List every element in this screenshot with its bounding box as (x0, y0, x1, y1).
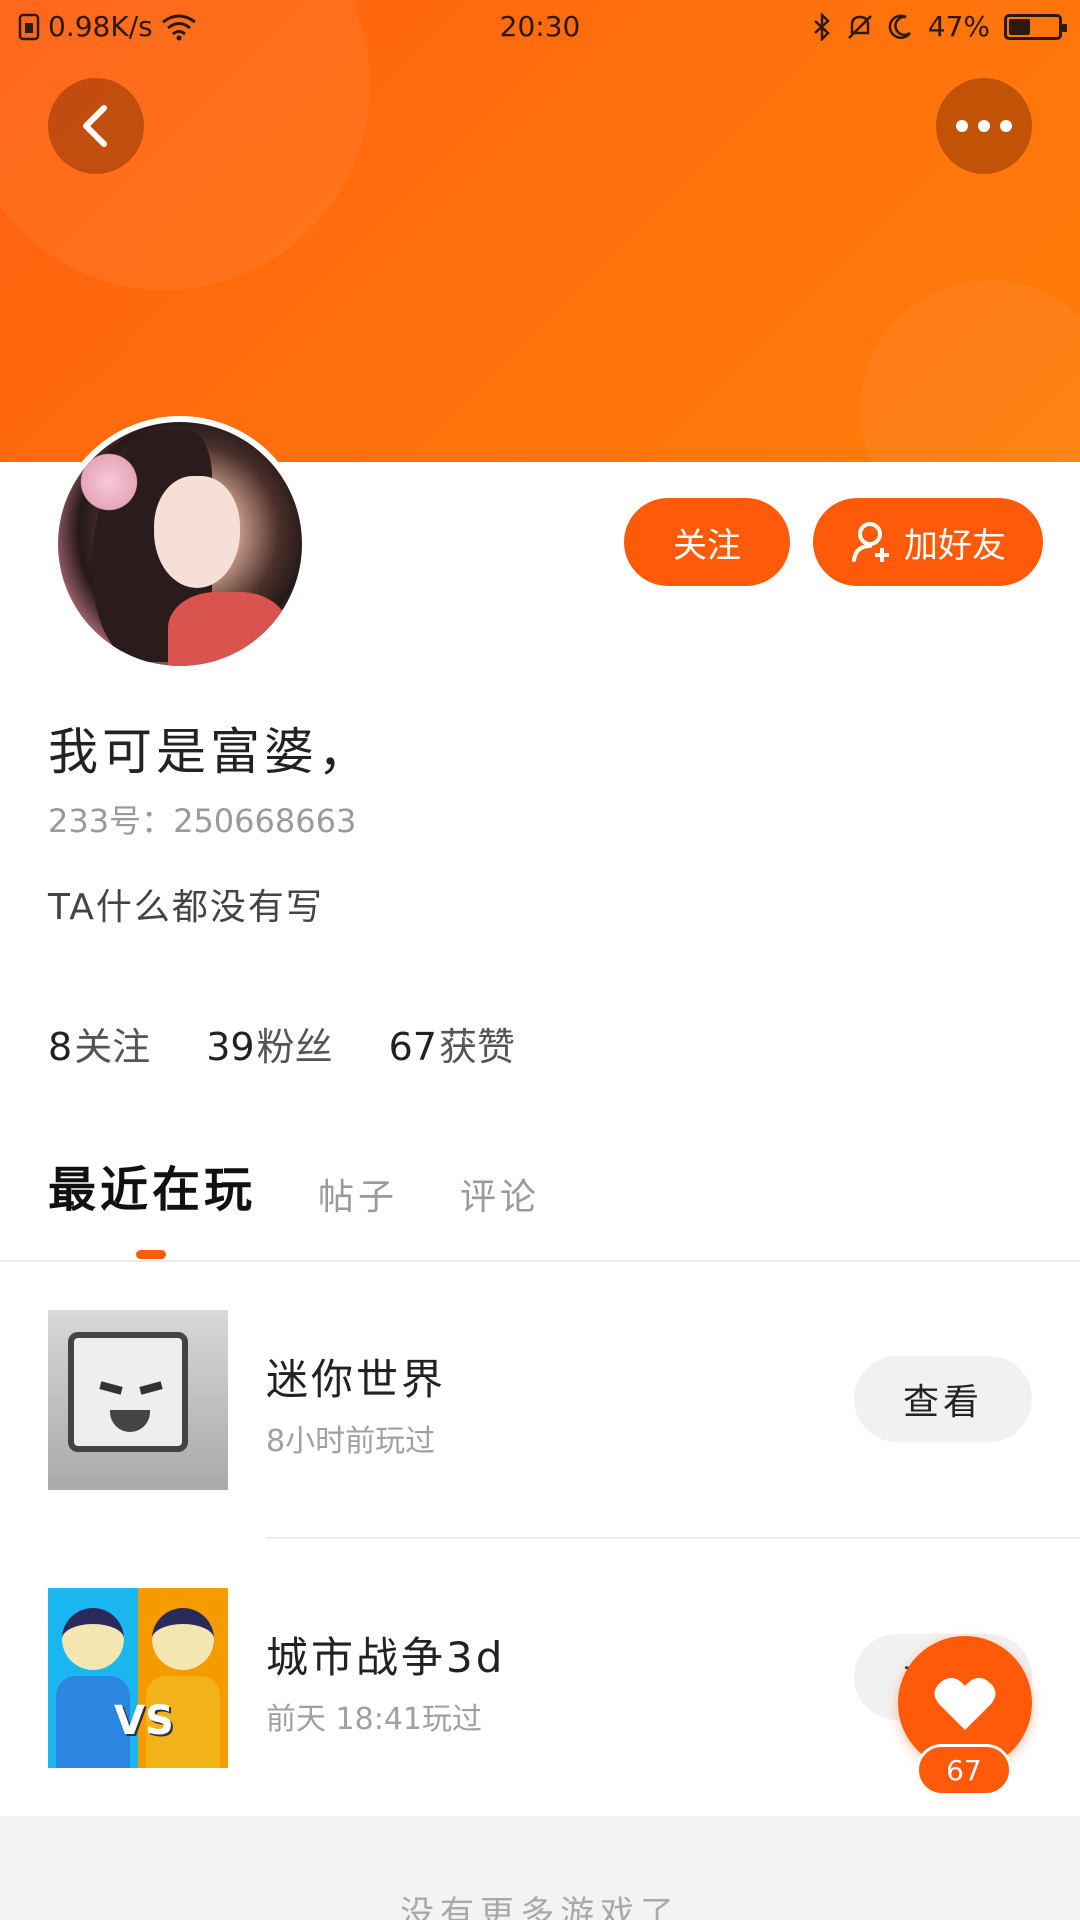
add-friend-button[interactable]: 加好友 (813, 498, 1043, 586)
stat-following-count: 8 (48, 1025, 73, 1069)
game-icon-shape (62, 1608, 124, 1670)
banner-decoration (860, 280, 1080, 462)
game-list-item[interactable]: 迷你世界 8小时前玩过 查看 (0, 1310, 1080, 1500)
avatar-face (154, 476, 240, 588)
list-divider (266, 1537, 1080, 1539)
add-friend-button-label: 加好友 (904, 525, 1006, 566)
battery-percent: 47% (927, 10, 990, 43)
status-bar: 0.98K/s 20:30 47% (0, 0, 1080, 52)
more-options-button[interactable] (936, 78, 1032, 174)
username: 我可是富婆， (48, 723, 372, 781)
moon-icon (888, 13, 914, 41)
stat-likes[interactable]: 67 获赞 (389, 1016, 515, 1071)
game-icon-shape (152, 1608, 214, 1670)
follow-button-label: 关注 (673, 525, 741, 566)
game-icon-mini-world (48, 1310, 228, 1490)
view-game-button[interactable]: 查看 (854, 1356, 1032, 1442)
heart-icon (934, 1677, 996, 1730)
tab-comments[interactable]: 评论 (460, 1168, 540, 1220)
game-icon-vs-text: VS (114, 1698, 174, 1744)
battery-icon (1004, 13, 1067, 40)
profile-stats: 8 关注 39 粉丝 67 获赞 (48, 1016, 515, 1071)
tab-recent-playing[interactable]: 最近在玩 (48, 1150, 256, 1220)
like-count-badge: 67 (916, 1744, 1012, 1796)
more-dots-icon (956, 120, 1012, 132)
profile-header-banner: 0.98K/s 20:30 47% (0, 0, 1080, 462)
follow-button[interactable]: 关注 (624, 498, 790, 586)
battery-level (1009, 18, 1030, 35)
bluetooth-icon (812, 12, 832, 41)
stat-fans[interactable]: 39 粉丝 (206, 1016, 332, 1071)
tab-divider (0, 1260, 1080, 1262)
avatar-robe (168, 592, 288, 666)
status-right: 47% (812, 10, 1067, 43)
stat-fans-count: 39 (206, 1025, 255, 1069)
user-id: 233号：250668663 (48, 802, 357, 840)
stat-fans-label: 粉丝 (256, 1025, 333, 1069)
avatar-flower (74, 452, 144, 512)
profile-screen: 0.98K/s 20:30 47% 关注 加好友 我可是富婆， 233号：250… (0, 0, 1080, 1920)
game-name: 城市战争3d (266, 1633, 506, 1682)
game-name: 迷你世界 (266, 1355, 447, 1404)
mute-bell-icon (846, 13, 874, 41)
list-footer: 没有更多游戏了 (0, 1816, 1080, 1920)
active-tab-indicator (136, 1250, 166, 1259)
avatar-image (58, 422, 302, 666)
view-game-button-label: 查看 (902, 1382, 983, 1423)
chevron-left-icon (83, 105, 107, 147)
profile-tabs: 最近在玩 帖子 评论 (48, 1150, 540, 1220)
user-bio: TA什么都没有写 (48, 887, 324, 928)
add-user-icon (852, 522, 889, 562)
no-more-games-text: 没有更多游戏了 (400, 1894, 680, 1920)
stat-likes-label: 获赞 (438, 1025, 515, 1069)
back-button[interactable] (48, 78, 144, 174)
game-last-played: 8小时前玩过 (266, 1424, 436, 1459)
game-icon-shape (68, 1332, 188, 1452)
stat-likes-count: 67 (388, 1025, 437, 1069)
tab-posts[interactable]: 帖子 (318, 1168, 398, 1220)
avatar[interactable] (52, 416, 308, 672)
game-last-played: 前天 18:41玩过 (266, 1702, 482, 1737)
game-icon-city-war: VS (48, 1588, 228, 1768)
stat-following-label: 关注 (74, 1025, 151, 1069)
stat-following[interactable]: 8 关注 (48, 1016, 150, 1071)
